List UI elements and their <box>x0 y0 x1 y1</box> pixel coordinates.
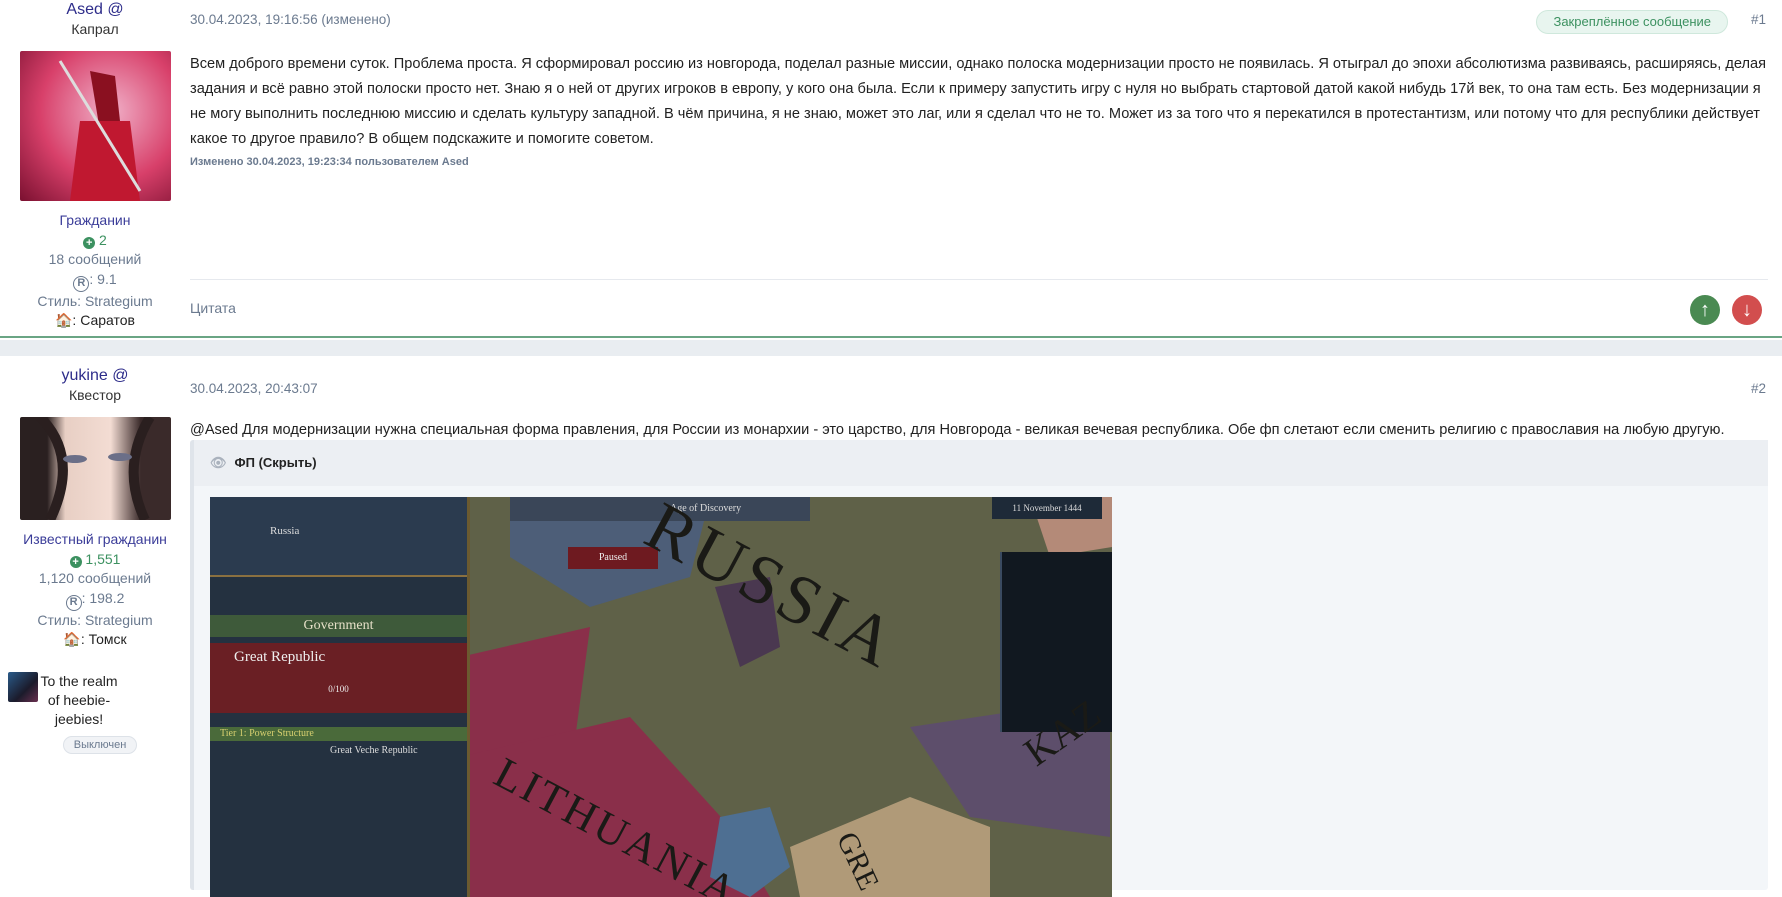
gov-name: Great Republic <box>234 649 326 665</box>
city-value: : Томск <box>80 631 127 647</box>
edited-note: Изменено 30.04.2023, 19:23:34 пользовате… <box>190 156 469 168</box>
user-title: Гражданин <box>59 212 131 228</box>
avatar[interactable] <box>19 417 171 520</box>
plus-icon: + <box>69 555 82 568</box>
user-title: Известный гражданин <box>23 531 167 547</box>
reform-name: Great Veche Republic <box>330 745 418 756</box>
author-rank: Капрал <box>71 20 119 37</box>
rating-value: : 198.2 <box>81 589 125 606</box>
message-count: 1,120 сообщений <box>38 570 152 586</box>
rating-icon: R <box>73 275 90 292</box>
reform-progress: 0/100 <box>328 684 349 694</box>
reputation: + 1,551 <box>0 550 190 570</box>
plus-icon: + <box>83 236 96 249</box>
city: 🏠: Томск <box>0 630 190 650</box>
reputation-value: 1,551 <box>85 550 121 567</box>
spoiler: 👁 ФП (Скрыть) Russia Government Great Rep… <box>190 440 1768 897</box>
pinned-badge: Закреплённое сообщение <box>1536 10 1728 34</box>
rating: R: 198.2 <box>0 589 190 611</box>
author-sidebar: yukine @ Квестор Известный гражданин + 1… <box>0 366 190 754</box>
city-value: : Саратов <box>72 312 135 328</box>
post-date[interactable]: 30.04.2023, 20:43:07 <box>190 381 318 396</box>
post-number[interactable]: #1 <box>1751 12 1766 27</box>
government-panel: Russia Government Great Republic 0/100 Ti… <box>210 497 470 897</box>
reputation-value: 2 <box>99 231 107 248</box>
tier-1: Tier 1: Power Structure <box>210 727 467 741</box>
rating: R: 9.1 <box>0 270 190 292</box>
author-name[interactable]: Ased @ <box>0 0 190 20</box>
city: 🏠: Саратов <box>0 311 190 331</box>
quote-button[interactable]: Цитата <box>190 300 236 316</box>
style: Стиль: Strategium <box>37 292 153 309</box>
outliner-panel <box>1000 552 1112 732</box>
club-name: To the realm of heebie-jeebies! <box>40 672 118 727</box>
eye-hidden-icon: 👁 <box>210 455 227 470</box>
government-tab: Government <box>210 615 467 637</box>
government-type: Great Republic 0/100 <box>210 643 467 713</box>
home-icon: 🏠 <box>54 312 73 328</box>
club-avatar <box>8 671 38 702</box>
post-number[interactable]: #2 <box>1751 381 1766 396</box>
rating-value: : 9.1 <box>89 270 117 287</box>
spoiler-label: ФП (Скрыть) <box>234 455 317 470</box>
game-screenshot[interactable]: Russia Government Great Republic 0/100 Ti… <box>210 497 1112 897</box>
reputation: + 2 <box>0 231 190 251</box>
home-icon: 🏠 <box>63 631 81 647</box>
game-date: 11 November 1444 <box>992 497 1102 519</box>
author-sidebar: Ased @ Капрал Гражданин + 2 18 сообщений… <box>0 0 190 331</box>
downvote-button[interactable]: ↓ <box>1732 295 1762 325</box>
style: Стиль: Strategium <box>37 611 153 628</box>
country-name: Russia <box>210 497 467 577</box>
post-text: Всем доброго времени суток. Проблема про… <box>190 56 1767 147</box>
club-status-badge: Выключен <box>62 735 138 754</box>
post-footer-divider <box>190 279 1768 280</box>
spoiler-toggle[interactable]: 👁 ФП (Скрыть) <box>194 440 1768 486</box>
rating-icon: R <box>65 594 82 611</box>
post-2: yukine @ Квестор Известный гражданин + 1… <box>0 356 1782 897</box>
author-name[interactable]: yukine @ <box>0 366 190 386</box>
avatar[interactable] <box>19 51 171 201</box>
club-badge[interactable]: To the realm of heebie-jeebies! <box>0 671 190 732</box>
arrow-up-icon: ↑ <box>1700 299 1710 321</box>
upvote-button[interactable]: ↑ <box>1690 295 1720 325</box>
author-rank: Квестор <box>68 386 122 403</box>
arrow-down-icon: ↓ <box>1742 299 1752 321</box>
message-count: 18 сообщений <box>48 251 142 267</box>
post-1: Ased @ Капрал Гражданин + 2 18 сообщений… <box>0 0 1782 338</box>
post-body: Всем доброго времени суток. Проблема про… <box>190 52 1770 170</box>
post-separator <box>0 340 1782 356</box>
post-date[interactable]: 30.04.2023, 19:16:56 (изменено) <box>190 12 391 27</box>
